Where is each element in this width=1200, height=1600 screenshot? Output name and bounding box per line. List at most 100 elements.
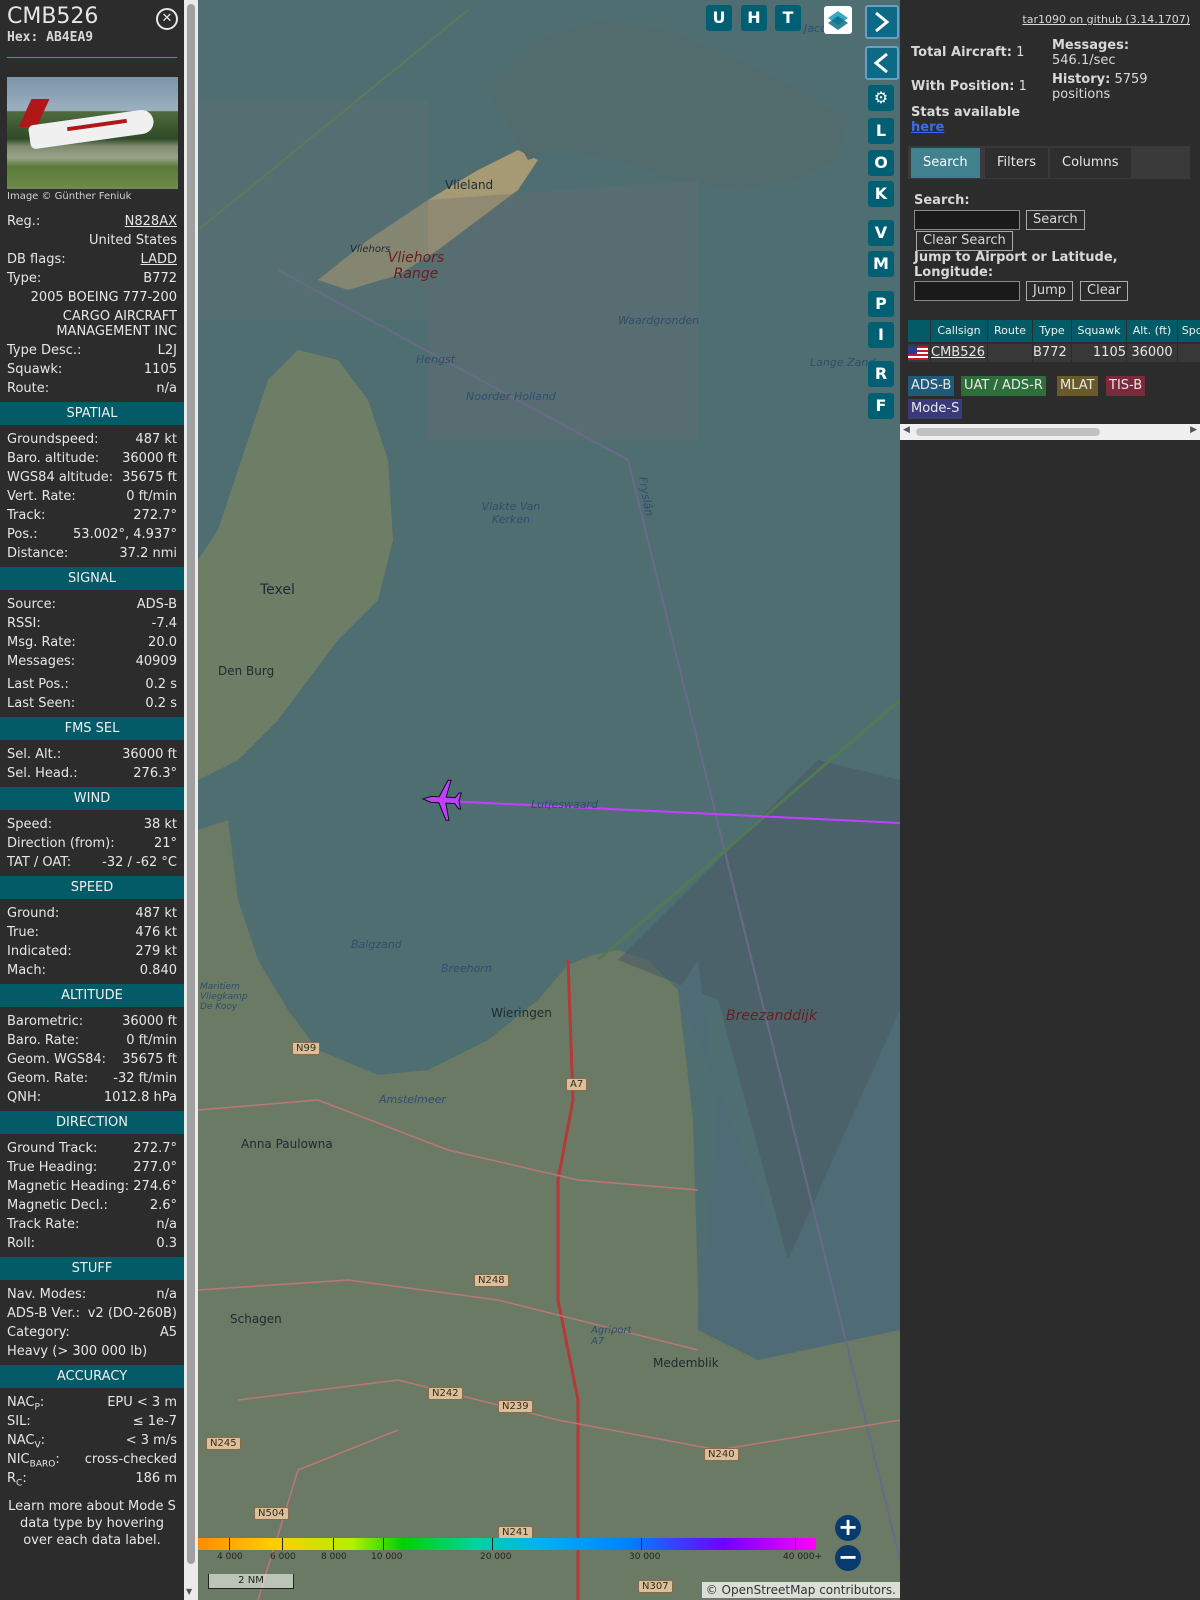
detail-label[interactable]: Barometric: xyxy=(7,1012,83,1031)
detail-label[interactable]: Vert. Rate: xyxy=(7,487,76,506)
detail-label[interactable]: Source: xyxy=(7,595,56,614)
detail-label[interactable]: Groundspeed: xyxy=(7,430,98,449)
side-button-i[interactable]: I xyxy=(868,322,894,348)
detail-label[interactable]: Baro. Rate: xyxy=(7,1031,79,1050)
detail-row: Ground Track: 272.7° xyxy=(0,1139,184,1158)
detail-label[interactable]: Nav. Modes: xyxy=(7,1285,86,1304)
column-header[interactable]: Spd. xyxy=(1178,320,1200,342)
detail-label[interactable]: Mach: xyxy=(7,961,46,980)
side-button-f[interactable]: F xyxy=(868,393,894,419)
clear-button[interactable]: Clear xyxy=(1080,281,1128,301)
aircraft-marker-icon[interactable] xyxy=(421,779,463,821)
side-button-l[interactable]: L xyxy=(868,118,894,144)
detail-label[interactable]: Track Rate: xyxy=(7,1215,79,1234)
detail-label[interactable]: Track: xyxy=(7,506,45,525)
detail-label[interactable]: Geom. WGS84: xyxy=(7,1050,106,1069)
table-row[interactable]: CMB526 B772 1105 36000 xyxy=(908,344,1200,362)
toolbar-button-t[interactable]: T xyxy=(775,5,801,31)
field-label: Squawk: xyxy=(7,362,63,377)
toolbar-button-h[interactable]: H xyxy=(741,5,767,31)
expand-right-icon[interactable] xyxy=(865,5,899,39)
detail-row: WGS84 altitude: 35675 ft xyxy=(0,468,184,487)
side-button-k[interactable]: K xyxy=(868,181,894,207)
detail-label[interactable]: Category: xyxy=(7,1323,70,1342)
tab-columns[interactable]: Columns xyxy=(1050,148,1131,178)
field-value[interactable]: LADD xyxy=(141,250,177,269)
detail-label[interactable]: Direction (from): xyxy=(7,834,115,853)
search-input[interactable] xyxy=(914,210,1020,230)
toolbar-button-u[interactable]: U xyxy=(706,5,732,31)
detail-label[interactable]: True: xyxy=(7,923,39,942)
detail-label[interactable]: Ground Track: xyxy=(7,1139,97,1158)
side-button-o[interactable]: O xyxy=(868,150,894,176)
info-scrollbar-thumb[interactable] xyxy=(187,4,195,1564)
search-button[interactable]: Search xyxy=(1026,210,1085,230)
detail-label[interactable]: Distance: xyxy=(7,544,68,563)
detail-label[interactable]: Pos.: xyxy=(7,525,38,544)
close-icon[interactable]: ✕ xyxy=(156,8,178,30)
detail-label[interactable]: Sel. Head.: xyxy=(7,764,78,783)
detail-label[interactable]: Sel. Alt.: xyxy=(7,745,61,764)
column-header[interactable]: Type xyxy=(1033,320,1072,342)
legend-tick-line xyxy=(492,1538,493,1550)
detail-label[interactable]: NACV: xyxy=(7,1431,45,1451)
column-header[interactable]: Squawk xyxy=(1072,320,1127,342)
detail-label[interactable]: Msg. Rate: xyxy=(7,633,76,652)
column-header[interactable] xyxy=(908,320,931,342)
settings-gear-icon[interactable]: ⚙ xyxy=(868,85,894,111)
table-hscrollbar-thumb[interactable] xyxy=(916,428,1100,436)
detail-label[interactable]: Last Pos.: xyxy=(7,675,69,694)
column-header[interactable]: Callsign xyxy=(931,320,988,342)
detail-label[interactable]: Ground: xyxy=(7,904,59,923)
collapse-left-icon[interactable] xyxy=(865,46,899,80)
detail-label[interactable]: Baro. altitude: xyxy=(7,449,99,468)
row-callsign[interactable]: CMB526 xyxy=(931,344,988,362)
detail-label[interactable]: NICBARO: xyxy=(7,1450,60,1470)
scroll-down-arrow-icon[interactable]: ▼ xyxy=(186,1587,192,1596)
detail-label[interactable]: True Heading: xyxy=(7,1158,97,1177)
side-button-m[interactable]: M xyxy=(868,251,894,277)
detail-label[interactable]: TAT / OAT: xyxy=(7,853,71,872)
detail-label[interactable]: Last Seen: xyxy=(7,694,75,713)
scroll-right-arrow-icon[interactable]: ▶ xyxy=(1190,425,1197,435)
side-button-r[interactable]: R xyxy=(868,361,894,387)
detail-label[interactable]: SIL: xyxy=(7,1412,31,1431)
detail-label[interactable]: QNH: xyxy=(7,1088,41,1107)
zoom-in-icon[interactable]: + xyxy=(835,1515,861,1541)
detail-label[interactable]: Magnetic Decl.: xyxy=(7,1196,108,1215)
detail-label[interactable]: Heavy (> 300 000 lb) xyxy=(7,1342,147,1361)
detail-label[interactable]: WGS84 altitude: xyxy=(7,468,113,487)
tab-search[interactable]: Search xyxy=(911,148,980,178)
detail-label[interactable]: Indicated: xyxy=(7,942,72,961)
detail-label[interactable]: ADS-B Ver.: xyxy=(7,1304,80,1323)
stats-link[interactable]: here xyxy=(911,120,944,135)
scroll-left-arrow-icon[interactable]: ◀ xyxy=(903,425,910,435)
detail-label[interactable]: Geom. Rate: xyxy=(7,1069,88,1088)
detail-value: 40909 xyxy=(135,654,177,669)
detail-label[interactable]: RSSI: xyxy=(7,614,41,633)
detail-label[interactable]: RC: xyxy=(7,1469,27,1489)
detail-value: 0 ft/min xyxy=(126,489,177,504)
field-value[interactable]: N828AX xyxy=(125,212,177,231)
aircraft-photo[interactable] xyxy=(7,77,178,189)
jump-input[interactable] xyxy=(914,281,1020,301)
layers-icon[interactable] xyxy=(824,6,852,34)
detail-label[interactable]: Messages: xyxy=(7,652,75,671)
github-link[interactable]: tar1090 on github (3.14.1707) xyxy=(1022,13,1190,26)
zoom-out-icon[interactable]: − xyxy=(835,1545,861,1571)
table-hscrollbar[interactable]: ◀ ▶ xyxy=(900,424,1200,440)
side-button-p[interactable]: P xyxy=(868,291,894,317)
clear-search-button[interactable]: Clear Search xyxy=(916,231,1013,251)
source-pill: TIS-B xyxy=(1106,376,1146,396)
detail-label[interactable]: Roll: xyxy=(7,1234,35,1253)
detail-label[interactable]: NACP: xyxy=(7,1393,44,1413)
column-header[interactable]: Route xyxy=(988,320,1033,342)
jump-button[interactable]: Jump xyxy=(1026,281,1073,301)
map[interactable]: Vlieland Vliehors Vliehors Range Waardgrond… xyxy=(198,0,900,1600)
detail-label[interactable]: Speed: xyxy=(7,815,52,834)
column-header[interactable]: Alt. (ft) xyxy=(1127,320,1178,342)
side-button-v[interactable]: V xyxy=(868,220,894,246)
detail-label[interactable]: Magnetic Heading: xyxy=(7,1177,129,1196)
info-scrollbar[interactable]: ▼ xyxy=(184,0,198,1600)
tab-filters[interactable]: Filters xyxy=(985,148,1048,178)
